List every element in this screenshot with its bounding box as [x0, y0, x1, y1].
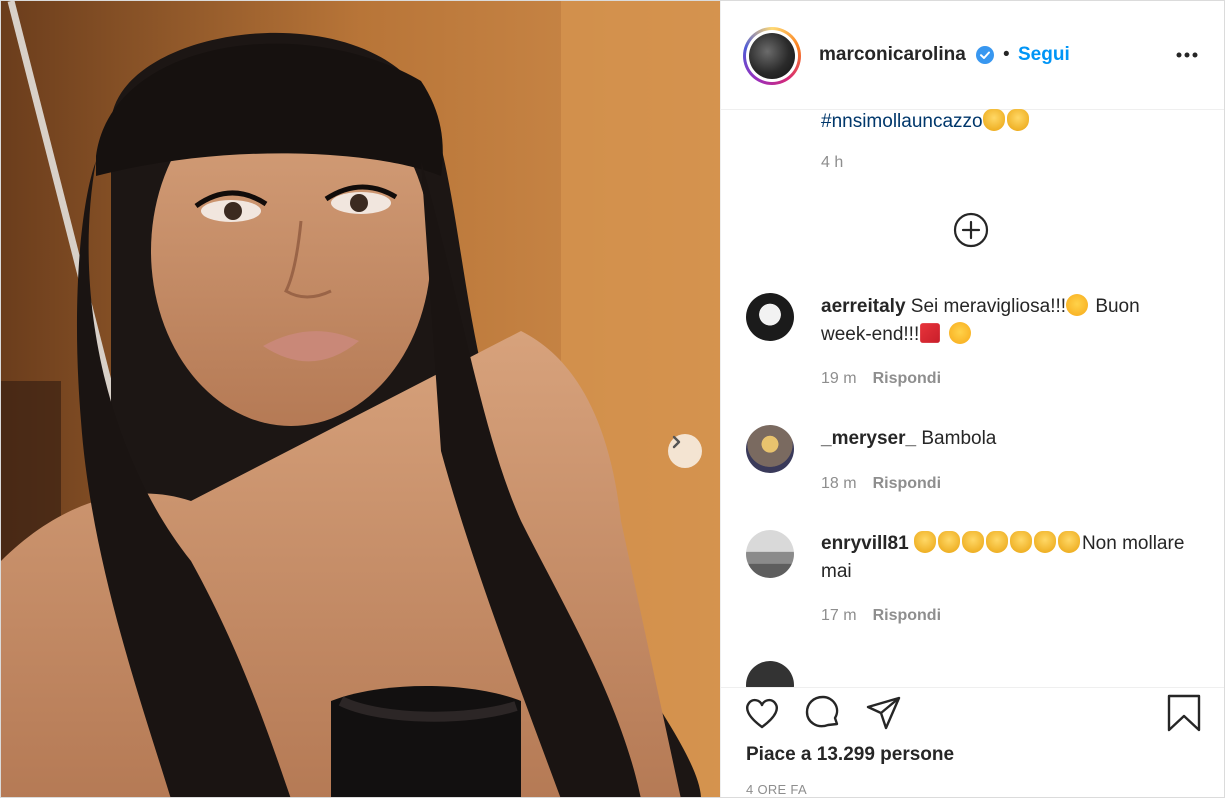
comment-meta: 17 m Rispondi	[821, 607, 941, 625]
chevron-right-icon	[672, 435, 681, 449]
caption-time: 4 h	[821, 154, 844, 171]
avatar	[749, 33, 795, 79]
comments-list[interactable]: #nnsimollauncazzo 4 h aerreitaly Sei mer…	[721, 109, 1224, 687]
comment-username[interactable]: aerreitaly	[821, 296, 906, 317]
comment-message: Sei meravigliosa!!!	[910, 296, 1067, 317]
comment-meta: 18 m Rispondi	[821, 475, 941, 493]
verified-badge-icon	[976, 46, 994, 64]
comment-message: Bambola	[921, 428, 997, 449]
clap-emoji-icon	[985, 531, 1008, 553]
comment-time: 18 m	[821, 475, 857, 492]
post-date: 4 ORE FA	[746, 782, 807, 797]
plus-circle-icon[interactable]	[952, 211, 990, 249]
likes-count[interactable]: Piace a 13.299 persone	[746, 744, 954, 766]
post-actions: Piace a 13.299 persone 4 ORE FA	[721, 687, 1224, 797]
comment-meta: 19 m Rispondi	[821, 370, 941, 388]
smiling-hearts-emoji-icon	[1066, 294, 1089, 316]
story-ring[interactable]	[743, 27, 801, 85]
reply-button[interactable]: Rispondi	[873, 370, 941, 387]
fist-emoji-icon	[1006, 109, 1029, 131]
comment-avatar[interactable]	[746, 530, 794, 578]
comment-avatar[interactable]	[746, 425, 794, 473]
comment-avatar[interactable]	[746, 661, 794, 687]
comment-time: 19 m	[821, 370, 857, 387]
comment-avatar[interactable]	[746, 293, 794, 341]
caption-hashtag[interactable]: #nnsimollauncazzo	[821, 109, 1031, 133]
more-options-icon[interactable]	[1173, 43, 1201, 67]
avatar-frame	[746, 30, 798, 82]
comment-username[interactable]: _meryser_	[821, 428, 916, 449]
comment-text: _meryser_ Bambola	[821, 425, 1191, 453]
clap-emoji-icon	[913, 531, 936, 553]
follow-button[interactable]: Segui	[1018, 44, 1070, 66]
photo-illustration	[1, 1, 720, 797]
post-header: marconicarolina • Segui	[721, 1, 1224, 110]
username-link[interactable]: marconicarolina	[819, 44, 966, 66]
post-photo[interactable]	[1, 1, 720, 797]
bookmark-icon[interactable]	[1165, 694, 1203, 732]
comment-text: aerreitaly Sei meravigliosa!!! Buon week…	[821, 293, 1191, 349]
clap-emoji-icon	[1057, 531, 1080, 553]
separator-dot: •	[1003, 44, 1010, 65]
clap-emoji-icon	[961, 531, 984, 553]
comment-icon[interactable]	[804, 694, 842, 732]
hashtag-text[interactable]: #nnsimollauncazzo	[821, 111, 983, 132]
heart-emoji-icon	[920, 323, 941, 343]
reply-button[interactable]: Rispondi	[873, 475, 941, 492]
clap-emoji-icon	[1033, 531, 1056, 553]
comment-text: enryvill81 Non mollare mai	[821, 530, 1191, 586]
comment-username[interactable]: enryvill81	[821, 533, 909, 554]
share-icon[interactable]	[865, 694, 903, 732]
post-window: marconicarolina • Segui #nnsimollauncazz…	[0, 0, 1225, 798]
post-side-panel: marconicarolina • Segui #nnsimollauncazz…	[720, 1, 1224, 797]
next-photo-button[interactable]	[668, 434, 702, 468]
heart-icon[interactable]	[743, 694, 781, 732]
clap-emoji-icon	[1009, 531, 1032, 553]
fist-emoji-icon	[982, 109, 1005, 131]
reply-button[interactable]: Rispondi	[873, 607, 941, 624]
smiling-hearts-emoji-icon	[948, 322, 971, 344]
clap-emoji-icon	[937, 531, 960, 553]
comment-time: 17 m	[821, 607, 857, 624]
